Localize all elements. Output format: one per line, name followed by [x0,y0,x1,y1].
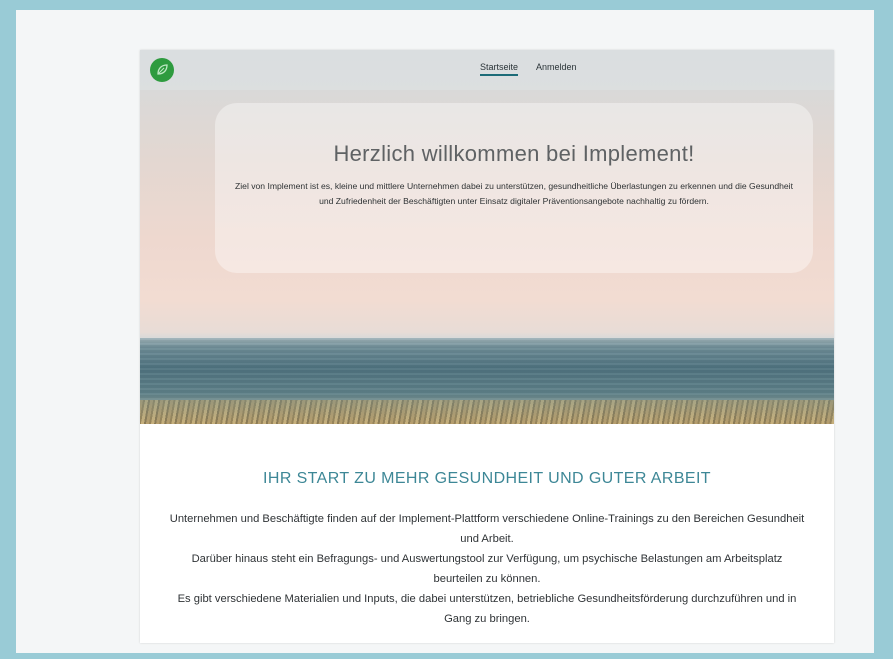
section-paragraph: Es gibt verschiedene Materialien und Inp… [177,593,797,625]
dune-grass-image [140,400,834,424]
nav-link-anmelden[interactable]: Anmelden [536,62,577,76]
welcome-card: Herzlich willkommen bei Implement! Ziel … [215,103,813,273]
section-paragraph: Darüber hinaus steht ein Befragungs- und… [191,553,783,585]
nav-link-startseite[interactable]: Startseite [480,62,519,76]
nav-links: Startseite Anmelden [480,62,577,76]
welcome-title: Herzlich willkommen bei Implement! [333,141,695,166]
navbar: Startseite Anmelden [140,50,834,90]
screenshot-frame: Startseite Anmelden Herzlich willkommen … [16,10,874,653]
website: Startseite Anmelden Herzlich willkommen … [140,50,834,643]
section-body: Unternehmen und Beschäftigte finden auf … [167,509,807,629]
intro-section: IHR START ZU MEHR GESUNDHEIT UND GUTER A… [140,424,834,643]
hero-section: Startseite Anmelden Herzlich willkommen … [140,50,834,424]
section-heading: IHR START ZU MEHR GESUNDHEIT UND GUTER A… [263,470,711,487]
logo-leaf-icon[interactable] [150,58,174,82]
sea-image [140,338,834,408]
welcome-text: Ziel von Implement ist es, kleine und mi… [235,181,793,206]
section-paragraph: Unternehmen und Beschäftigte finden auf … [169,513,805,545]
